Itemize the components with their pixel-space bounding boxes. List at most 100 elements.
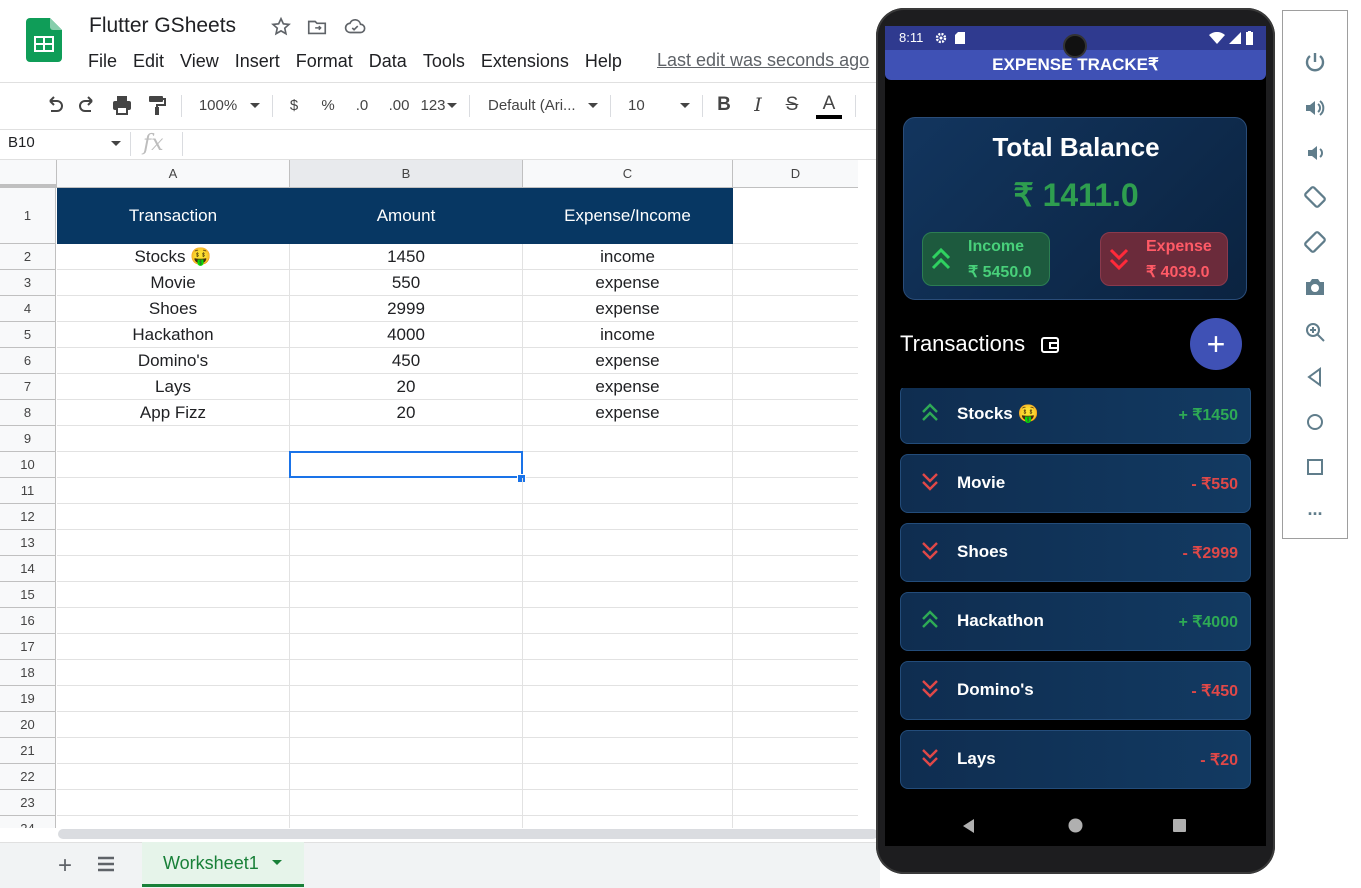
column-header-d[interactable]: D: [733, 160, 858, 188]
row-header[interactable]: 14: [0, 556, 56, 582]
rotate-right-icon[interactable]: [1303, 230, 1327, 254]
empty-cell[interactable]: [733, 712, 858, 738]
transaction-item[interactable]: Stocks 🤑 + ₹1450: [900, 388, 1251, 444]
empty-cell[interactable]: [733, 244, 858, 270]
row-header[interactable]: 3: [0, 270, 56, 296]
table-cell[interactable]: Stocks 🤑: [57, 244, 290, 270]
row-header[interactable]: 9: [0, 426, 56, 452]
empty-cell[interactable]: [57, 582, 290, 608]
empty-cell[interactable]: [523, 478, 733, 504]
table-cell[interactable]: Shoes: [57, 296, 290, 322]
name-box[interactable]: B10: [8, 134, 35, 151]
empty-cell[interactable]: [523, 764, 733, 790]
empty-cell[interactable]: [57, 712, 290, 738]
empty-cell[interactable]: [733, 686, 858, 712]
table-cell[interactable]: Hackathon: [57, 322, 290, 348]
sheets-logo-icon[interactable]: [26, 18, 62, 62]
empty-cell[interactable]: [290, 608, 523, 634]
empty-cell[interactable]: [523, 582, 733, 608]
table-cell[interactable]: 1450: [290, 244, 523, 270]
transactions-list[interactable]: Stocks 🤑 + ₹1450 Movie - ₹550 Shoes - ₹2999 Ha…: [900, 388, 1251, 792]
row-header[interactable]: 17: [0, 634, 56, 660]
column-header-a[interactable]: A: [57, 160, 290, 188]
empty-cell[interactable]: [57, 530, 290, 556]
empty-cell[interactable]: [523, 530, 733, 556]
header-cell[interactable]: Expense/Income: [523, 188, 733, 244]
cloud-saved-icon[interactable]: [344, 16, 366, 38]
column-header-c[interactable]: C: [523, 160, 733, 188]
empty-cell[interactable]: [290, 426, 523, 452]
empty-cell[interactable]: [523, 816, 733, 828]
row-header[interactable]: 18: [0, 660, 56, 686]
nav-back-icon[interactable]: [962, 819, 976, 833]
table-cell[interactable]: 450: [290, 348, 523, 374]
power-icon[interactable]: [1303, 51, 1327, 75]
empty-cell[interactable]: [523, 634, 733, 660]
empty-cell[interactable]: [57, 764, 290, 790]
menu-data[interactable]: Data: [361, 50, 415, 72]
chevron-down-icon[interactable]: [110, 139, 122, 149]
sheet-tab-worksheet1[interactable]: Worksheet1: [142, 842, 304, 887]
table-cell[interactable]: expense: [523, 296, 733, 322]
camera-icon[interactable]: [1303, 275, 1327, 299]
horizontal-scrollbar[interactable]: [58, 829, 878, 839]
empty-cell[interactable]: [57, 426, 290, 452]
table-cell[interactable]: 2999: [290, 296, 523, 322]
select-all-corner[interactable]: [0, 160, 57, 188]
menu-tools[interactable]: Tools: [415, 50, 473, 72]
row-header[interactable]: 1: [0, 188, 56, 244]
table-cell[interactable]: expense: [523, 270, 733, 296]
empty-cell[interactable]: [523, 660, 733, 686]
table-cell[interactable]: 20: [290, 400, 523, 426]
font-family-select[interactable]: Default (Ari...: [488, 93, 580, 117]
bold-button[interactable]: B: [714, 93, 734, 117]
menu-format[interactable]: Format: [288, 50, 361, 72]
empty-cell[interactable]: [733, 426, 858, 452]
empty-cell[interactable]: [733, 764, 858, 790]
empty-cell[interactable]: [733, 530, 858, 556]
last-edit-link[interactable]: Last edit was seconds ago: [657, 50, 869, 71]
percent-format-button[interactable]: %: [320, 93, 336, 117]
empty-cell[interactable]: [290, 686, 523, 712]
empty-cell[interactable]: [523, 712, 733, 738]
transaction-item[interactable]: Hackathon + ₹4000: [900, 592, 1251, 651]
nav-recents-icon[interactable]: [1173, 819, 1186, 832]
row-header[interactable]: 12: [0, 504, 56, 530]
empty-cell[interactable]: [290, 790, 523, 816]
table-cell[interactable]: Movie: [57, 270, 290, 296]
empty-cell[interactable]: [290, 504, 523, 530]
empty-cell[interactable]: [523, 738, 733, 764]
italic-button[interactable]: I: [748, 93, 768, 117]
selected-cell-b10[interactable]: [289, 451, 523, 478]
volume-down-icon[interactable]: [1303, 141, 1327, 165]
row-header[interactable]: 7: [0, 374, 56, 400]
empty-cell[interactable]: [733, 400, 858, 426]
empty-cell[interactable]: [57, 738, 290, 764]
empty-cell[interactable]: [290, 738, 523, 764]
empty-cell[interactable]: [733, 556, 858, 582]
menu-file[interactable]: File: [88, 50, 125, 72]
empty-cell[interactable]: [57, 660, 290, 686]
undo-icon[interactable]: [42, 93, 66, 117]
menu-insert[interactable]: Insert: [227, 50, 288, 72]
table-cell[interactable]: Lays: [57, 374, 290, 400]
more-formats-button[interactable]: 123: [419, 93, 447, 117]
strikethrough-button[interactable]: S: [782, 93, 802, 117]
zoom-icon[interactable]: [1303, 320, 1327, 344]
decrease-decimal-button[interactable]: .0: [352, 93, 372, 117]
transaction-item[interactable]: Movie - ₹550: [900, 454, 1251, 513]
chevron-down-icon[interactable]: [445, 93, 459, 117]
empty-cell[interactable]: [290, 478, 523, 504]
row-header[interactable]: 5: [0, 322, 56, 348]
header-cell[interactable]: Transaction: [57, 188, 290, 244]
empty-cell[interactable]: [57, 634, 290, 660]
row-header[interactable]: 4: [0, 296, 56, 322]
document-title[interactable]: Flutter GSheets: [89, 14, 236, 38]
transaction-item[interactable]: Domino's - ₹450: [900, 661, 1251, 720]
move-folder-icon[interactable]: [306, 16, 328, 38]
row-header[interactable]: 20: [0, 712, 56, 738]
empty-cell[interactable]: [733, 634, 858, 660]
row-header[interactable]: 22: [0, 764, 56, 790]
empty-cell[interactable]: [733, 608, 858, 634]
spreadsheet-grid[interactable]: A B C D 1 Transaction Amount Expense/Income…: [0, 160, 858, 828]
